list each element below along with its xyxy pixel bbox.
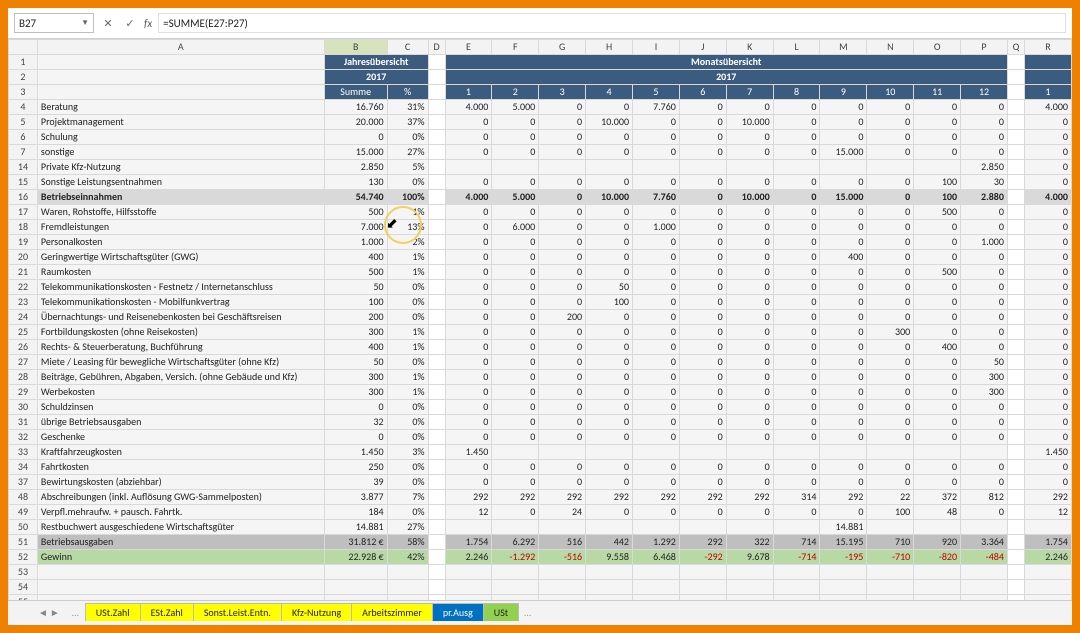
sheet-tab[interactable]: pr.Ausg bbox=[432, 603, 484, 621]
check-icon[interactable]: ✓ bbox=[122, 15, 138, 31]
tab-prev-icon[interactable]: ◄ bbox=[38, 606, 48, 619]
formula-bar: B27 ▼ ✕ ✓ fx =SUMME(E27:P27) bbox=[8, 8, 1072, 39]
tab-next-icon[interactable]: ► bbox=[50, 606, 60, 619]
sheet-tab[interactable]: ESt.Zahl bbox=[140, 603, 194, 621]
chevron-down-icon[interactable]: ▼ bbox=[81, 18, 89, 28]
sheet-tab[interactable]: Arbeitszimmer bbox=[351, 603, 433, 621]
formula-text: =SUMME(E27:P27) bbox=[163, 17, 248, 30]
sheet-tabs: ◄ ► … USt.ZahlESt.ZahlSonst.Leist.Entn.K… bbox=[8, 600, 1072, 623]
fx-icon[interactable]: fx bbox=[144, 17, 152, 30]
tab-more-right-icon[interactable]: … bbox=[518, 606, 537, 619]
worksheet-area[interactable]: ABCDEFGHIJKLMNOPQR1JahresübersichtMonats… bbox=[8, 39, 1072, 600]
tab-more-icon[interactable]: … bbox=[66, 606, 85, 619]
sheet-tab[interactable]: USt bbox=[483, 603, 519, 621]
name-box-value: B27 bbox=[19, 17, 36, 30]
tab-nav[interactable]: ◄ ► bbox=[38, 606, 60, 619]
name-box[interactable]: B27 ▼ bbox=[14, 13, 94, 33]
sheet-tab[interactable]: Kfz-Nutzung bbox=[281, 603, 352, 621]
spreadsheet-grid[interactable]: ABCDEFGHIJKLMNOPQR1JahresübersichtMonats… bbox=[8, 39, 1072, 600]
cancel-icon[interactable]: ✕ bbox=[100, 15, 116, 31]
sheet-tab[interactable]: Sonst.Leist.Entn. bbox=[193, 603, 282, 621]
formula-input[interactable]: =SUMME(E27:P27) bbox=[158, 13, 1066, 33]
sheet-tab[interactable]: USt.Zahl bbox=[85, 603, 141, 621]
